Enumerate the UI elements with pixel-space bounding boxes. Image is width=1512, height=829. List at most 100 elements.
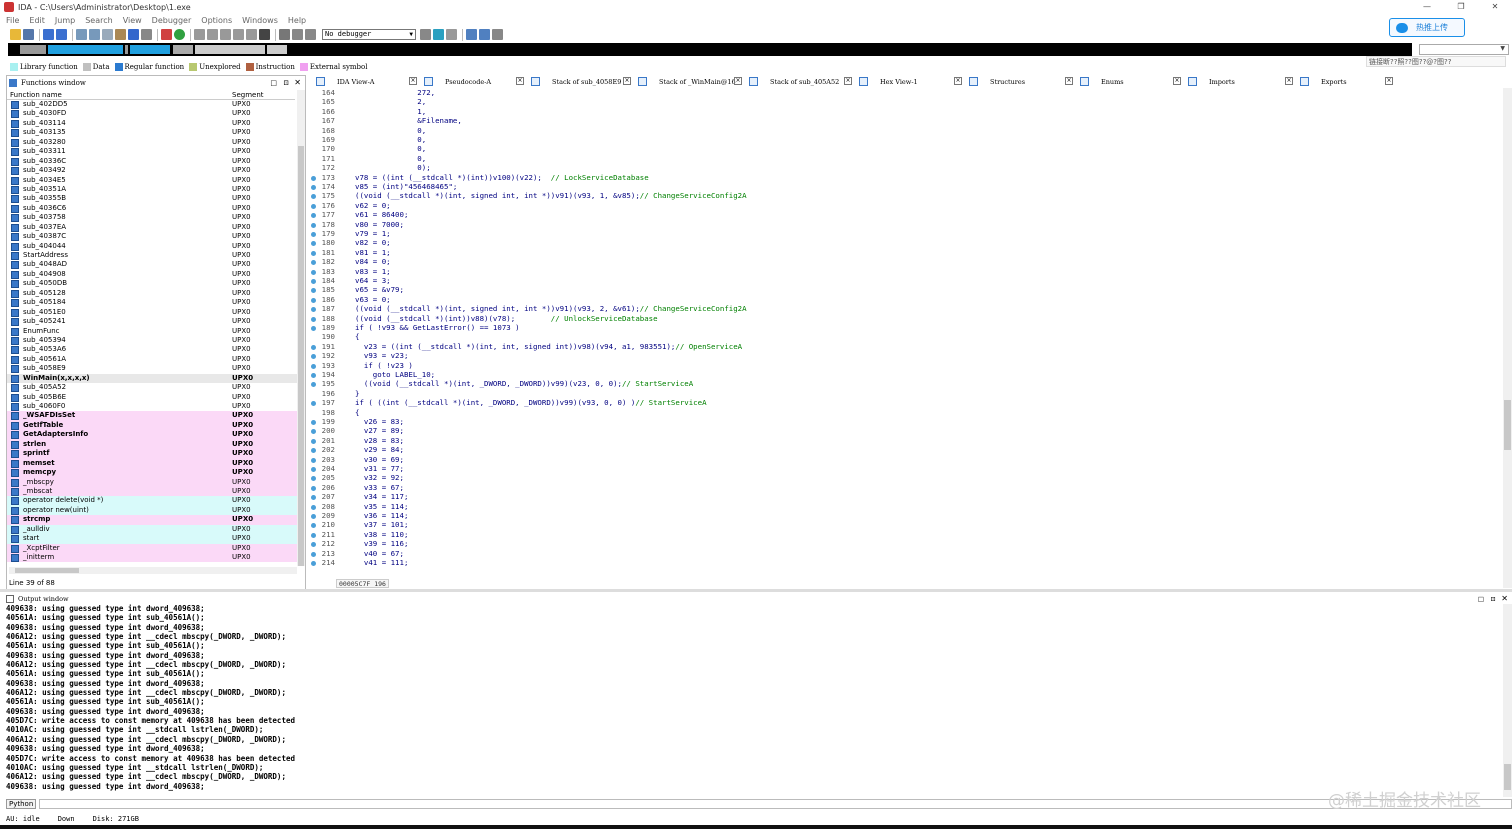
breakpoint-dot-icon[interactable]: [311, 561, 316, 566]
tab-stack-of-winmain-16[interactable]: Stack of _WinMain@16 ×: [635, 75, 746, 88]
debugger-select[interactable]: No debugger ▼: [322, 29, 416, 40]
paste-icon[interactable]: [89, 29, 100, 40]
column-segment[interactable]: Segment: [232, 91, 264, 99]
breakpoint-dot-icon[interactable]: [311, 438, 316, 444]
binoculars-icon[interactable]: [115, 29, 126, 40]
breakpoint-dot-icon[interactable]: [311, 279, 316, 284]
breakpoint-dot-icon[interactable]: [311, 260, 316, 266]
graph-icon[interactable]: [194, 29, 205, 40]
navigation-band[interactable]: [8, 43, 1412, 56]
menu-debugger[interactable]: Debugger: [152, 16, 192, 25]
breakpoint-dot-icon[interactable]: [311, 250, 316, 256]
calls-icon[interactable]: [233, 29, 244, 40]
xrefs-icon[interactable]: [220, 29, 231, 40]
breakpoint-dot-icon[interactable]: [311, 476, 316, 482]
tab-structures[interactable]: Structures ×: [966, 75, 1077, 88]
breakpoint-dot-icon[interactable]: [311, 213, 316, 219]
function-row[interactable]: sub_402DD5 UPX0: [7, 100, 297, 109]
horizontal-splitter[interactable]: [0, 589, 1512, 592]
pseudocode-view[interactable]: 164 272, 165 2, 166 1, 167 &Filename, 168 0,…: [310, 88, 1502, 576]
menu-file[interactable]: File: [6, 16, 19, 25]
list-icon[interactable]: [102, 29, 113, 40]
breakpoint-dot-icon[interactable]: [311, 532, 316, 538]
maximize-icon[interactable]: □: [270, 79, 277, 87]
close-icon[interactable]: ×: [734, 77, 742, 85]
restore-icon[interactable]: ❐: [1444, 0, 1478, 14]
function-row[interactable]: StartAddress UPX0: [7, 251, 297, 260]
function-row[interactable]: sub_404908 UPX0: [7, 270, 297, 279]
breakpoint-dot-icon[interactable]: [311, 448, 316, 454]
function-row[interactable]: sub_40387C UPX0: [7, 232, 297, 242]
breakpoint-dot-icon[interactable]: [311, 504, 316, 510]
output-scrollbar[interactable]: [1503, 604, 1512, 797]
tab-hex-view-1[interactable]: Hex View-1 ×: [856, 75, 966, 88]
breakpoint-dot-icon[interactable]: [311, 194, 316, 200]
breakpoint-dot-icon[interactable]: [311, 485, 316, 491]
function-row[interactable]: start UPX0: [7, 534, 297, 544]
play-icon[interactable]: [279, 29, 290, 40]
watch-icon[interactable]: [479, 29, 490, 40]
breakpoint-dot-icon[interactable]: [311, 551, 316, 557]
breakpoint-dot-icon[interactable]: [311, 185, 316, 190]
cross-icon[interactable]: [259, 29, 270, 40]
breakpoint-dot-icon[interactable]: [311, 288, 316, 294]
function-row[interactable]: sub_403311 UPX0: [7, 147, 297, 157]
function-row[interactable]: GetAdaptersInfo UPX0: [7, 430, 297, 440]
step-icon[interactable]: [433, 29, 444, 40]
save-icon[interactable]: [23, 29, 34, 40]
trace-icon[interactable]: [446, 29, 457, 40]
breakpoint-dot-icon[interactable]: [311, 269, 316, 275]
attach-icon[interactable]: [420, 29, 431, 40]
menu-options[interactable]: Options: [201, 16, 232, 25]
close-icon[interactable]: ×: [844, 77, 852, 85]
menu-jump[interactable]: Jump: [55, 16, 75, 25]
functions-scrollbar[interactable]: [297, 90, 305, 566]
function-row[interactable]: sub_4030FD UPX0: [7, 109, 297, 119]
breakpoint-dot-icon[interactable]: [311, 429, 316, 435]
functions-hscrollbar[interactable]: [9, 567, 297, 574]
close-icon[interactable]: ✕: [1501, 594, 1508, 603]
python-input[interactable]: [39, 799, 1512, 809]
function-row[interactable]: _mbscat UPX0: [7, 486, 297, 497]
plugin-icon[interactable]: [492, 29, 503, 40]
tab-exports[interactable]: Exports ×: [1297, 75, 1397, 88]
run-script-icon[interactable]: [174, 29, 185, 40]
close-icon[interactable]: ×: [409, 77, 417, 85]
breakpoint-dot-icon[interactable]: [311, 457, 316, 463]
function-row[interactable]: strlen UPX0: [7, 439, 297, 450]
function-row[interactable]: sub_403135 UPX0: [7, 128, 297, 138]
function-row[interactable]: sub_403492 UPX0: [7, 166, 297, 176]
function-row[interactable]: sub_404044 UPX0: [7, 242, 297, 251]
breakpoint-dot-icon[interactable]: [311, 363, 316, 369]
output-log[interactable]: 409638: using guessed type int dword_409…: [6, 604, 1503, 797]
function-row[interactable]: sub_4050DB UPX0: [7, 279, 297, 289]
close-icon[interactable]: ×: [1285, 77, 1293, 85]
flowchart-icon[interactable]: [207, 29, 218, 40]
breakpoint-dot-icon[interactable]: [311, 344, 316, 350]
pin-icon[interactable]: [246, 29, 257, 40]
float-icon[interactable]: ⊡: [283, 79, 289, 87]
function-row[interactable]: sub_4036C6 UPX0: [7, 204, 297, 213]
function-row[interactable]: _mbscpy UPX0: [7, 477, 297, 487]
function-row[interactable]: sub_4060F0 UPX0: [7, 402, 297, 411]
forward-icon[interactable]: [56, 29, 67, 40]
function-row[interactable]: sub_405184 UPX0: [7, 298, 297, 308]
breakpoint-dot-icon[interactable]: [311, 203, 316, 209]
open-icon[interactable]: [10, 29, 21, 40]
tab-stack-of-sub-4058e9[interactable]: Stack of sub_4058E9 ×: [528, 75, 635, 88]
breakpoint-dot-icon[interactable]: [311, 297, 316, 303]
function-row[interactable]: _XcptFilter UPX0: [7, 543, 297, 553]
function-row[interactable]: sub_405394 UPX0: [7, 336, 297, 345]
close-icon[interactable]: ×: [1385, 77, 1393, 85]
column-function-name[interactable]: Function name: [10, 91, 62, 99]
function-row[interactable]: sub_4053A6 UPX0: [7, 345, 297, 355]
breakpoint-dot-icon[interactable]: [311, 467, 316, 472]
breakpoint-dot-icon[interactable]: [311, 514, 316, 519]
function-row[interactable]: _initterm UPX0: [7, 553, 297, 563]
close-icon[interactable]: ×: [1173, 77, 1181, 85]
function-row[interactable]: sub_4034E5 UPX0: [7, 176, 297, 185]
maximize-icon[interactable]: □: [1478, 595, 1484, 603]
breakpoint-dot-icon[interactable]: [311, 175, 316, 181]
tab-stack-of-sub-405a52[interactable]: Stack of sub_405A52 ×: [746, 75, 856, 88]
breakpoint-dot-icon[interactable]: [311, 542, 316, 548]
